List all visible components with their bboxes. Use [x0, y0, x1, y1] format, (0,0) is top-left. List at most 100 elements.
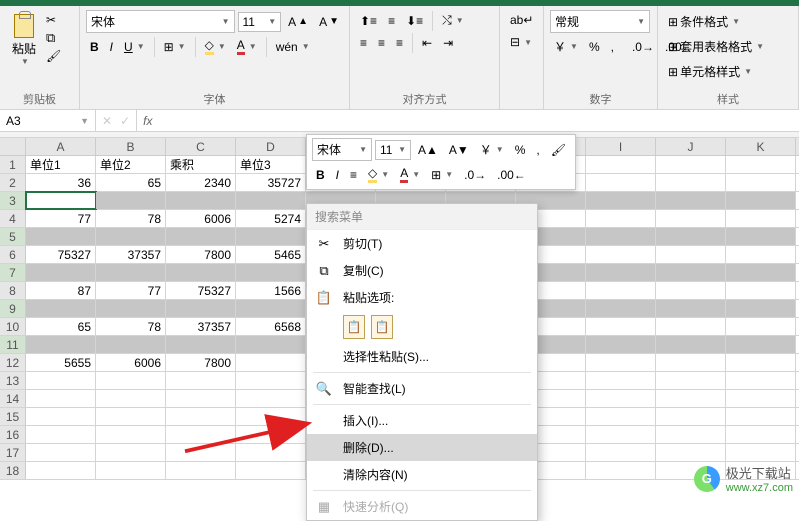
cell[interactable]	[726, 228, 796, 245]
cell[interactable]	[96, 390, 166, 407]
cell[interactable]: 65	[96, 174, 166, 191]
row-header[interactable]: 11	[0, 336, 26, 353]
menu-search[interactable]: 搜索菜单	[307, 204, 537, 230]
cell[interactable]	[236, 336, 306, 353]
fx-label[interactable]: fx	[137, 110, 158, 131]
cell[interactable]	[236, 390, 306, 407]
select-all-corner[interactable]	[0, 138, 26, 155]
cell[interactable]	[96, 408, 166, 425]
indent-right-icon[interactable]: ⇥	[439, 33, 457, 53]
cell[interactable]	[656, 264, 726, 281]
cell[interactable]	[586, 372, 656, 389]
row-header[interactable]: 8	[0, 282, 26, 299]
cell[interactable]	[236, 462, 306, 479]
cell[interactable]	[586, 426, 656, 443]
cell[interactable]	[166, 390, 236, 407]
cell[interactable]	[96, 264, 166, 281]
mini-fill-icon[interactable]: ◇▼	[364, 163, 393, 186]
percent-button[interactable]: %	[585, 37, 604, 57]
cell[interactable]	[26, 300, 96, 317]
comma-button[interactable]: ,	[607, 37, 618, 57]
cell[interactable]	[656, 246, 726, 263]
mini-align-icon[interactable]: ≡	[346, 165, 361, 185]
wrap-text-icon[interactable]: ab↵	[506, 10, 537, 30]
paste-option-2-icon[interactable]: 📋	[371, 315, 393, 339]
paste-option-1-icon[interactable]: 📋	[343, 315, 365, 339]
cell[interactable]	[586, 300, 656, 317]
cell[interactable]: 37357	[96, 246, 166, 263]
row-header[interactable]: 2	[0, 174, 26, 191]
cell[interactable]	[586, 210, 656, 227]
align-center-icon[interactable]: ≡	[374, 33, 389, 53]
format-painter-icon[interactable]: 🖌	[46, 49, 61, 63]
row-header[interactable]: 9	[0, 300, 26, 317]
cell[interactable]	[26, 462, 96, 479]
cell[interactable]	[726, 156, 796, 173]
cell[interactable]	[236, 300, 306, 317]
cell[interactable]	[656, 228, 726, 245]
mini-italic-icon[interactable]: I	[332, 165, 343, 185]
menu-smart-lookup[interactable]: 🔍智能查找(L)	[307, 375, 537, 402]
cell[interactable]	[166, 462, 236, 479]
cell[interactable]	[26, 390, 96, 407]
cell[interactable]: 87	[26, 282, 96, 299]
cell[interactable]	[656, 300, 726, 317]
cell[interactable]	[26, 264, 96, 281]
cell[interactable]	[656, 174, 726, 191]
col-header[interactable]: I	[586, 138, 656, 155]
cell[interactable]	[236, 372, 306, 389]
italic-button[interactable]: I	[106, 37, 117, 57]
mini-font-color-icon[interactable]: A▼	[396, 163, 424, 186]
cell[interactable]	[656, 444, 726, 461]
fill-color-button[interactable]: ◇▼	[201, 35, 230, 58]
row-header[interactable]: 14	[0, 390, 26, 407]
cell[interactable]	[166, 372, 236, 389]
cell[interactable]	[586, 318, 656, 335]
cell[interactable]: 75327	[166, 282, 236, 299]
col-header[interactable]: K	[726, 138, 796, 155]
cell[interactable]: 2340	[166, 174, 236, 191]
row-header[interactable]: 1	[0, 156, 26, 173]
cell[interactable]	[726, 210, 796, 227]
mini-font-combo[interactable]: 宋体▼	[312, 138, 372, 161]
row-header[interactable]: 5	[0, 228, 26, 245]
name-box[interactable]: A3▼	[0, 110, 96, 131]
col-header[interactable]: J	[656, 138, 726, 155]
row-header[interactable]: 12	[0, 354, 26, 371]
cell[interactable]	[726, 192, 796, 209]
cell[interactable]: 乘积	[166, 156, 236, 173]
cell[interactable]: 37357	[166, 318, 236, 335]
cell[interactable]: 5465	[236, 246, 306, 263]
cell[interactable]: 78	[96, 210, 166, 227]
font-color-button[interactable]: A▼	[233, 35, 261, 58]
cancel-icon[interactable]: ✕	[102, 114, 112, 128]
cell[interactable]	[726, 426, 796, 443]
cell[interactable]: 6006	[96, 354, 166, 371]
cell[interactable]	[96, 426, 166, 443]
col-header[interactable]: C	[166, 138, 236, 155]
cell[interactable]: 77	[26, 210, 96, 227]
row-header[interactable]: 10	[0, 318, 26, 335]
mini-dec1-icon[interactable]: .0→	[460, 165, 490, 185]
cell[interactable]	[656, 282, 726, 299]
cell[interactable]: 35727	[236, 174, 306, 191]
cell[interactable]	[726, 318, 796, 335]
cell[interactable]	[726, 390, 796, 407]
menu-clear[interactable]: 清除内容(N)	[307, 461, 537, 488]
cell[interactable]: 单位3	[236, 156, 306, 173]
col-header[interactable]: D	[236, 138, 306, 155]
cell[interactable]: 6568	[236, 318, 306, 335]
increase-decimal-icon[interactable]: .0→	[628, 37, 658, 57]
cell[interactable]	[26, 336, 96, 353]
cell[interactable]	[726, 354, 796, 371]
cell[interactable]	[166, 408, 236, 425]
align-top-icon[interactable]: ⬆≡	[356, 11, 381, 31]
row-header[interactable]: 7	[0, 264, 26, 281]
cell[interactable]: 77	[96, 282, 166, 299]
mini-currency-icon[interactable]: ￥▼	[476, 138, 508, 161]
cell[interactable]	[236, 228, 306, 245]
cell[interactable]	[656, 318, 726, 335]
cell[interactable]	[26, 228, 96, 245]
cell[interactable]	[656, 192, 726, 209]
cell[interactable]	[236, 444, 306, 461]
